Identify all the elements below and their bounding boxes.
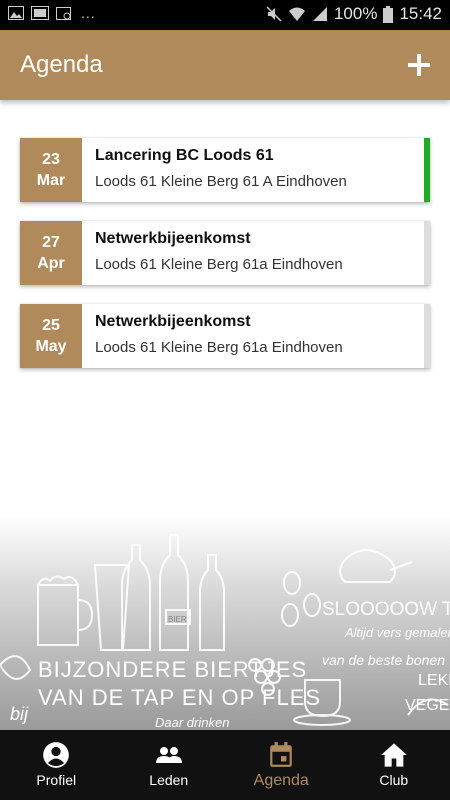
background-art-text-4: van de beste bonen bbox=[322, 652, 445, 668]
event-title: Netwerkbijeenkomst bbox=[95, 313, 251, 330]
background-art-text-0: SLOOOOOW TEA bbox=[322, 599, 450, 620]
signal-icon bbox=[312, 7, 327, 21]
background-art-text-5: LEKK bbox=[418, 672, 450, 689]
event-status-indicator bbox=[424, 221, 430, 285]
event-month: Apr bbox=[37, 255, 65, 272]
event-status-indicator bbox=[424, 138, 430, 202]
event-title: Lancering BC Loods 61 bbox=[95, 147, 274, 164]
calendar-icon bbox=[270, 742, 293, 767]
nav-label-profiel: Profiel bbox=[36, 772, 77, 788]
app-bar: Agenda bbox=[0, 30, 450, 100]
nav-item-profiel[interactable]: Profiel bbox=[0, 730, 113, 800]
event-card[interactable]: 25 May Netwerkbijeenkomst Loods 61 Klein… bbox=[20, 304, 430, 368]
background-art-text-2: VAN DE TAP EN OP FLES bbox=[38, 685, 321, 710]
wifi-icon bbox=[288, 7, 305, 21]
nav-label-leden: Leden bbox=[149, 772, 189, 788]
event-month: May bbox=[35, 338, 67, 355]
event-date: 23 Mar bbox=[20, 138, 82, 202]
overflow-notifications: ... bbox=[81, 5, 96, 21]
battery-percentage: 100% bbox=[333, 4, 378, 23]
event-card[interactable]: 23 Mar Lancering BC Loods 61 Loods 61 Kl… bbox=[20, 138, 430, 202]
event-card[interactable]: 27 Apr Netwerkbijeenkomst Loods 61 Klein… bbox=[20, 221, 430, 285]
gallery-notification-icon bbox=[31, 6, 49, 20]
event-month: Mar bbox=[36, 172, 66, 189]
event-date: 25 May bbox=[20, 304, 82, 368]
nav-label-agenda: Agenda bbox=[253, 772, 309, 789]
nav-label-club: Club bbox=[379, 772, 409, 788]
battery-icon bbox=[383, 5, 394, 23]
event-title: Netwerkbijeenkomst bbox=[95, 230, 251, 247]
event-day: 27 bbox=[42, 234, 60, 251]
event-location: Loods 61 Kleine Berg 61a Eindhoven bbox=[95, 339, 343, 356]
calendar-notification-icon bbox=[56, 7, 71, 20]
nav-item-club[interactable]: Club bbox=[338, 730, 450, 800]
event-date: 27 Apr bbox=[20, 221, 82, 285]
people-icon bbox=[155, 747, 182, 763]
event-day: 23 bbox=[42, 151, 60, 168]
nav-item-leden[interactable]: Leden bbox=[113, 730, 226, 800]
background-art-text-1: BIJZONDERE BIERTJES bbox=[38, 657, 307, 682]
event-location: Loods 61 Kleine Berg 61 A Eindhoven bbox=[95, 173, 347, 190]
page-title: Agenda bbox=[20, 51, 103, 78]
event-location: Loods 61 Kleine Berg 61a Eindhoven bbox=[95, 256, 343, 273]
background-art-text-6: VEGETA bbox=[405, 697, 450, 714]
home-icon bbox=[380, 743, 407, 767]
nav-item-agenda[interactable]: Agenda bbox=[225, 730, 338, 800]
image-notification-icon bbox=[8, 6, 24, 20]
background-illustration: BIJZONDERE BIERTJES VAN DE TAP EN OP FLE… bbox=[0, 515, 450, 730]
background-art-text-3: Altijd vers gemalen bbox=[344, 625, 450, 640]
event-info: Lancering BC Loods 61 Loods 61 Kleine Be… bbox=[82, 138, 347, 202]
event-info: Netwerkbijeenkomst Loods 61 Kleine Berg … bbox=[82, 221, 343, 285]
background-art-text-8: bij bbox=[10, 704, 29, 724]
clock: 15:42 bbox=[399, 4, 442, 23]
background-art-text-7: BIER bbox=[168, 615, 187, 624]
system-status: 100% 15:42 bbox=[266, 4, 442, 24]
account-circle-icon bbox=[43, 742, 70, 768]
add-event-button[interactable] bbox=[402, 48, 436, 82]
event-list: 23 Mar Lancering BC Loods 61 Loods 61 Kl… bbox=[20, 138, 430, 387]
event-day: 25 bbox=[42, 317, 60, 334]
event-info: Netwerkbijeenkomst Loods 61 Kleine Berg … bbox=[82, 304, 343, 368]
notification-icons: ... bbox=[8, 5, 96, 21]
status-bar: ... 100% 15:42 bbox=[0, 0, 450, 30]
plus-icon bbox=[408, 54, 430, 76]
event-status-indicator bbox=[424, 304, 430, 368]
bottom-navigation: Profiel Leden Agenda Club bbox=[0, 730, 450, 800]
background-art-text-9: Daar drinken bbox=[155, 715, 229, 730]
mute-icon bbox=[266, 6, 282, 22]
